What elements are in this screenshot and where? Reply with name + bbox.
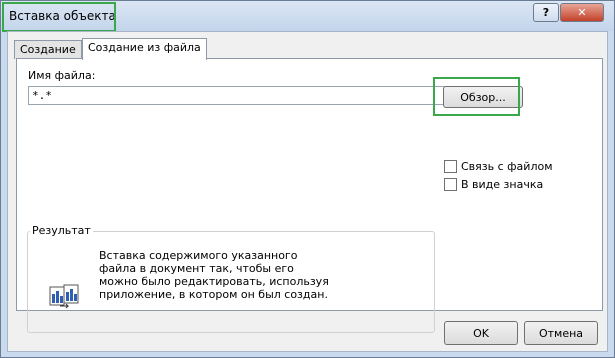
tab-create-new[interactable]: Создание <box>14 40 82 59</box>
tab-label: Создание из файла <box>88 41 201 54</box>
display-as-icon-label: В виде значка <box>461 178 544 191</box>
insert-file-icon <box>49 284 81 310</box>
result-description: Вставка содержимого указанного файла в д… <box>99 249 329 301</box>
display-as-icon-checkbox[interactable]: В виде значка <box>444 178 543 191</box>
cancel-label: Отмена <box>538 326 584 340</box>
checkbox-box[interactable] <box>444 160 457 173</box>
help-icon: ? <box>542 6 550 19</box>
cancel-button[interactable]: Отмена <box>524 321 598 345</box>
help-button[interactable]: ? <box>533 3 559 22</box>
file-name-input[interactable]: *.* <box>28 86 445 105</box>
title-highlight-frame <box>2 2 116 32</box>
file-name-label: Имя файла: <box>28 69 96 82</box>
result-group-title: Результат <box>30 224 93 237</box>
link-to-file-label: Связь с файлом <box>461 160 553 173</box>
close-button[interactable]: ✕ <box>560 3 604 22</box>
ok-button[interactable]: OK <box>444 321 518 345</box>
browse-highlight-frame <box>433 77 520 116</box>
tab-label: Создание <box>20 43 76 56</box>
link-to-file-checkbox[interactable]: Связь с файлом <box>444 160 553 173</box>
tab-create-from-file[interactable]: Создание из файла <box>82 38 207 60</box>
close-icon: ✕ <box>577 6 587 19</box>
ok-label: OK <box>473 326 489 340</box>
checkbox-box[interactable] <box>444 178 457 191</box>
insert-object-dialog: Вставка объекта ? ✕ Создание Создание из… <box>0 0 615 358</box>
